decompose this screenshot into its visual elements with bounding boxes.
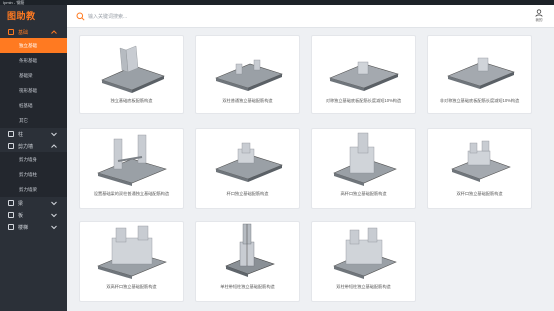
search-bar: 我的 — [67, 5, 554, 28]
nav-group-label: 梁 — [18, 200, 24, 207]
nav-group-slab[interactable]: 板 — [0, 209, 67, 221]
nav-group-label: 剪力墙 — [18, 143, 34, 150]
card-isolated-footing-slab[interactable]: 独立基础底板配筋构造 — [79, 35, 184, 114]
sidebar-item-pile-foundation[interactable]: 桩基础 — [0, 98, 67, 113]
sidebar-item-shear-wall-column[interactable]: 剪力墙柱 — [0, 167, 67, 182]
sidebar-item-shear-wall-body[interactable]: 剪力墙身 — [0, 152, 67, 167]
nav-group-column[interactable]: 柱 — [0, 128, 67, 140]
model-thumbnail — [97, 225, 167, 279]
card-label: 对称独立基础底板配筋长度减短10%构造 — [325, 98, 402, 103]
model-thumbnail — [215, 59, 283, 91]
sidebar-item-other[interactable]: 其它 — [0, 113, 67, 128]
sidebar-item-strip-footing[interactable]: 条形基础 — [0, 53, 67, 68]
user-icon — [535, 9, 543, 17]
card-single-short-column-footing[interactable]: 单柱带短柱独立基础配筋构造 — [195, 221, 300, 302]
nav-group-shear-wall[interactable]: 剪力墙 — [0, 140, 67, 152]
chevron-up-icon — [51, 30, 57, 34]
nav-group-beam[interactable]: 梁 — [0, 197, 67, 209]
card-cup-footing[interactable]: 杯口独立基础配筋构造 — [195, 128, 300, 209]
card-high-cup-footing[interactable]: 高杯口独立基础配筋构造 — [311, 128, 416, 209]
card-label: 双杯口独立基础配筋构造 — [456, 191, 503, 196]
card-label: 双柱带短柱独立基础配筋构造 — [336, 284, 391, 289]
sidebar-item-shear-wall-beam[interactable]: 剪力墙梁 — [0, 182, 67, 197]
nav-group-stair[interactable]: 楼梯 — [0, 221, 67, 233]
sidebar-item-raft-foundation[interactable]: 筏形基础 — [0, 83, 67, 98]
model-thumbnail — [215, 142, 283, 182]
chevron-up-icon — [51, 144, 57, 148]
shear-wall-icon — [8, 143, 14, 149]
column-icon — [8, 131, 14, 137]
chevron-down-icon — [51, 225, 57, 230]
app-logo: 图助教 — [7, 11, 36, 21]
card-symmetric-footing-reduced[interactable]: 对称独立基础底板配筋长度减短10%构造 — [311, 35, 416, 114]
model-thumbnail — [451, 140, 511, 182]
sidebar-item-foundation-beam[interactable]: 基础梁 — [0, 68, 67, 83]
card-double-cup-footing[interactable]: 双杯口独立基础配筋构造 — [427, 128, 532, 209]
stair-icon — [8, 224, 14, 230]
card-label: 设置基础梁的双柱普通独立基础配筋构造 — [93, 191, 170, 196]
logo-area: 图助教 — [0, 5, 67, 26]
card-grid: 独立基础底板配筋构造 双柱普通独立基础配筋构造 对称独立基础底板配筋长度减短10… — [67, 28, 554, 311]
card-double-short-column-footing[interactable]: 双柱带短柱独立基础配筋构造 — [311, 221, 416, 302]
card-double-column-footing[interactable]: 双柱普通独立基础配筋构造 — [195, 35, 300, 114]
card-asymmetric-footing-reduced[interactable]: 非对称独立基础底板配筋长度减短10%构造 — [427, 35, 532, 114]
search-icon[interactable] — [76, 12, 85, 21]
model-thumbnail — [329, 61, 399, 91]
chevron-down-icon — [51, 132, 57, 137]
chevron-down-icon — [51, 201, 57, 206]
user-profile-button[interactable]: 我的 — [533, 9, 545, 24]
model-thumbnail — [225, 223, 275, 277]
model-thumbnail — [333, 132, 397, 186]
nav-group-label: 楼梯 — [18, 224, 29, 231]
card-label: 双柱普通独立基础配筋构造 — [222, 98, 273, 103]
model-thumbnail — [447, 57, 515, 89]
card-footing-with-beam[interactable]: 设置基础梁的双柱普通独立基础配筋构造 — [79, 128, 184, 209]
nav-group-label: 基础 — [18, 29, 29, 36]
nav-group-label: 板 — [18, 212, 24, 219]
card-label: 独立基础底板配筋构造 — [110, 98, 153, 103]
foundation-icon — [8, 29, 14, 35]
nav-group-label: 柱 — [18, 131, 24, 138]
card-label: 双高杯口独立基础配筋构造 — [106, 284, 157, 289]
card-label: 杯口独立基础配筋构造 — [226, 191, 269, 196]
sidebar: 图助教 基础 独立基础 条形基础 基础梁 筏形基础 桩基础 其它 柱 剪力墙 剪… — [0, 5, 67, 311]
slab-icon — [8, 212, 14, 218]
search-input[interactable] — [88, 11, 348, 22]
nav-group-foundation[interactable]: 基础 — [0, 26, 67, 38]
card-double-high-cup-footing[interactable]: 双高杯口独立基础配筋构造 — [79, 221, 184, 302]
model-thumbnail — [333, 227, 397, 279]
beam-icon — [8, 200, 14, 206]
model-thumbnail — [101, 45, 165, 93]
user-label: 我的 — [535, 18, 543, 22]
sidebar-item-isolated-footing[interactable]: 独立基础 — [0, 38, 67, 53]
card-label: 单柱带短柱独立基础配筋构造 — [220, 284, 275, 289]
chevron-down-icon — [51, 213, 57, 218]
model-thumbnail — [97, 134, 167, 186]
card-label: 非对称独立基础底板配筋长度减短10%构造 — [439, 98, 520, 103]
card-label: 高杯口独立基础配筋构造 — [340, 191, 387, 196]
